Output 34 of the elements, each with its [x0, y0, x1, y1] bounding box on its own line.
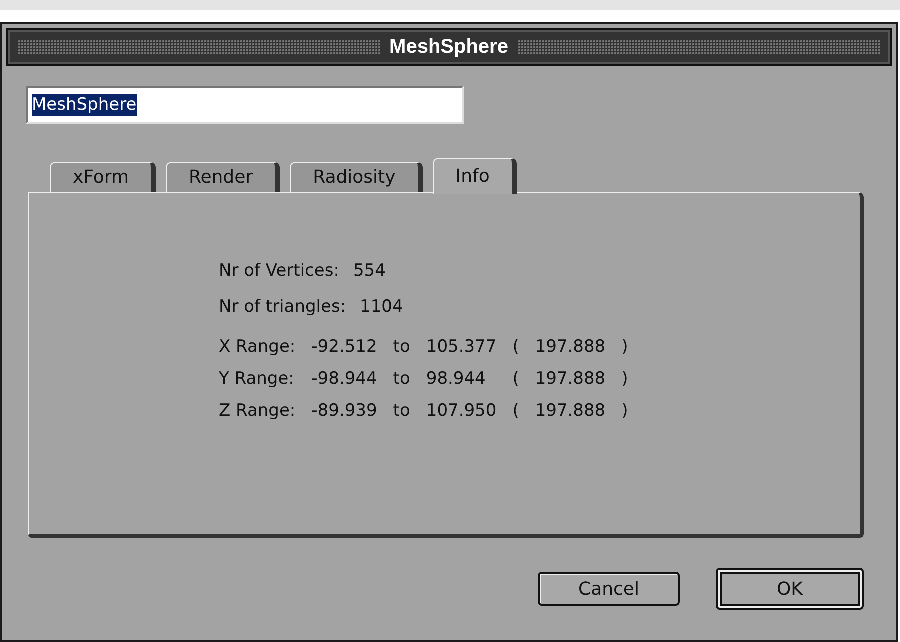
- range-max: 105.377: [426, 337, 497, 357]
- range-span: 197.888: [535, 401, 606, 421]
- tab[interactable]: Info: [432, 158, 517, 194]
- count-value: 1104: [360, 297, 404, 317]
- range-span: 197.888: [535, 337, 606, 357]
- count-label: Nr of Vertices:: [219, 261, 340, 281]
- tab[interactable]: xForm: [50, 162, 156, 192]
- name-field[interactable]: MeshSphere: [26, 86, 464, 124]
- window-title: MeshSphere: [390, 36, 508, 58]
- range-max: 107.950: [426, 401, 497, 421]
- range-label: Y Range:: [219, 369, 296, 389]
- tab[interactable]: Radiosity: [290, 162, 423, 192]
- close-paren: ): [622, 369, 628, 389]
- open-paren: (: [512, 401, 520, 421]
- cancel-button[interactable]: Cancel: [538, 572, 680, 606]
- range-span: 197.888: [535, 369, 606, 389]
- range-min: -92.512: [312, 337, 378, 357]
- range-to: to: [393, 337, 410, 357]
- count-value: 554: [353, 261, 386, 281]
- range-to: to: [393, 369, 410, 389]
- range-label: X Range:: [219, 337, 296, 357]
- ok-button[interactable]: OK: [716, 568, 864, 610]
- range-min: -89.939: [312, 401, 378, 421]
- close-paren: ): [622, 337, 628, 357]
- close-paren: ): [622, 401, 628, 421]
- open-paren: (: [512, 337, 520, 357]
- range-to: to: [393, 401, 410, 421]
- tab[interactable]: Render: [166, 162, 280, 192]
- range-min: -98.944: [312, 369, 378, 389]
- open-paren: (: [512, 369, 520, 389]
- field-text: MeshSphere: [32, 94, 137, 116]
- range-label: Z Range:: [219, 401, 296, 421]
- count-label: Nr of triangles:: [219, 297, 346, 317]
- range-max: 98.944: [426, 369, 487, 389]
